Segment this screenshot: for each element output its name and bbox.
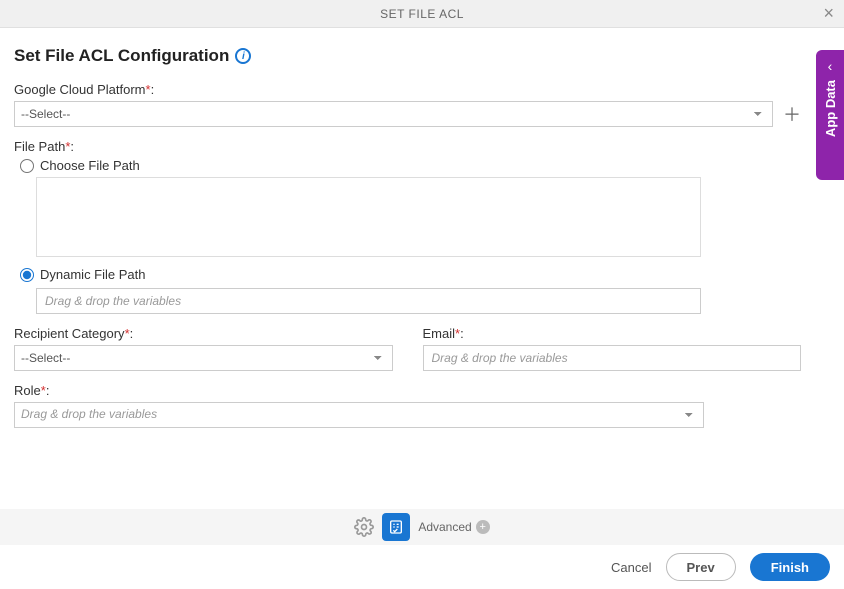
choose-file-path-option[interactable]: Choose File Path	[20, 158, 801, 173]
recipient-category-label: Recipient Category*:	[14, 326, 393, 341]
role-field: Role*: Drag & drop the variables	[14, 383, 801, 428]
recipient-email-row: Recipient Category*: --Select-- Email*:	[14, 326, 801, 371]
dialog-title: SET FILE ACL	[380, 7, 464, 21]
dialog-header: SET FILE ACL ×	[0, 0, 844, 28]
file-path-field: File Path*: Choose File Path Dynamic Fil…	[14, 139, 801, 326]
role-select[interactable]	[14, 402, 704, 428]
cancel-button[interactable]: Cancel	[611, 560, 651, 575]
advanced-label: Advanced +	[418, 520, 489, 534]
role-label: Role*:	[14, 383, 801, 398]
finish-button[interactable]: Finish	[750, 553, 830, 581]
recipient-category-field: Recipient Category*: --Select--	[14, 326, 393, 371]
file-path-label: File Path*:	[14, 139, 801, 154]
gcp-select[interactable]: --Select--	[14, 101, 773, 127]
gear-icon[interactable]	[354, 517, 374, 537]
required-marker: *	[65, 139, 70, 154]
gcp-field: Google Cloud Platform*: --Select-- ＋	[14, 82, 801, 127]
dynamic-file-path-option[interactable]: Dynamic File Path	[20, 267, 801, 282]
add-icon[interactable]: ＋	[783, 105, 801, 123]
page-title: Set File ACL Configuration i	[14, 46, 251, 66]
form-badge-icon[interactable]	[382, 513, 410, 541]
info-icon[interactable]: i	[235, 48, 251, 64]
required-marker: *	[41, 383, 46, 398]
dynamic-file-path-input[interactable]	[36, 288, 701, 314]
app-data-drawer-tab[interactable]: ‹ App Data	[816, 50, 844, 180]
required-marker: *	[125, 326, 130, 341]
dynamic-file-path-label[interactable]: Dynamic File Path	[40, 267, 145, 282]
dynamic-file-path-radio[interactable]	[20, 268, 34, 282]
required-marker: *	[455, 326, 460, 341]
choose-file-path-label[interactable]: Choose File Path	[40, 158, 140, 173]
gcp-label: Google Cloud Platform*:	[14, 82, 801, 97]
choose-file-path-box[interactable]	[36, 177, 701, 257]
choose-file-path-radio[interactable]	[20, 159, 34, 173]
footer: Cancel Prev Finish	[611, 553, 830, 581]
app-data-label: App Data	[823, 80, 838, 137]
chevron-left-icon: ‹	[828, 58, 833, 74]
required-marker: *	[146, 82, 151, 97]
prev-button[interactable]: Prev	[666, 553, 736, 581]
email-input[interactable]	[423, 345, 802, 371]
email-label: Email*:	[423, 326, 802, 341]
page-title-text: Set File ACL Configuration	[14, 46, 229, 66]
form-content: Set File ACL Configuration i Google Clou…	[0, 28, 815, 428]
close-icon[interactable]: ×	[823, 4, 834, 22]
recipient-category-select[interactable]: --Select--	[14, 345, 393, 371]
email-field: Email*:	[423, 326, 802, 371]
add-advanced-icon[interactable]: +	[476, 520, 490, 534]
advanced-bar: Advanced +	[0, 509, 844, 545]
